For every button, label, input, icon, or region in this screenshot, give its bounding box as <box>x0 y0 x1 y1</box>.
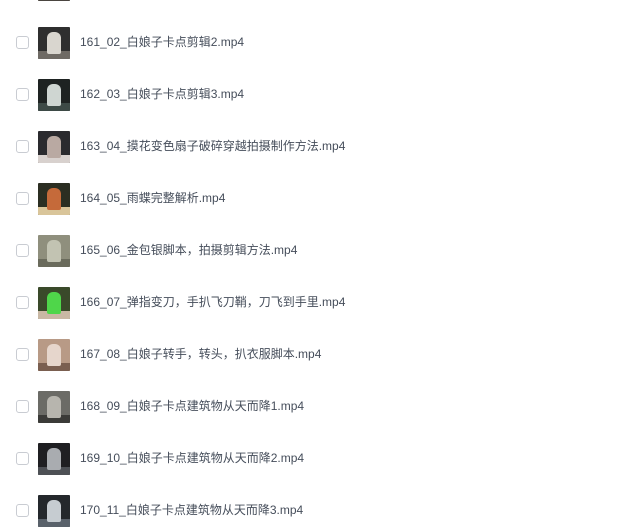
file-name[interactable]: 169_10_白娘子卡点建筑物从天而降2.mp4 <box>80 451 304 465</box>
row-checkbox[interactable] <box>16 400 29 413</box>
row-checkbox[interactable] <box>16 36 29 49</box>
video-thumbnail[interactable] <box>38 391 70 423</box>
thumbnail-subject <box>47 344 61 366</box>
file-name[interactable]: 165_06_金包银脚本，拍摄剪辑方法.mp4 <box>80 243 297 257</box>
video-thumbnail[interactable] <box>38 495 70 527</box>
thumbnail-subject <box>47 188 61 210</box>
thumbnail-subject <box>47 500 61 522</box>
thumbnail-subject <box>47 396 61 418</box>
file-row[interactable]: 161_02_白娘子卡点剪辑2.mp4 <box>0 16 637 68</box>
video-thumbnail[interactable] <box>38 339 70 371</box>
video-thumbnail[interactable] <box>38 183 70 215</box>
row-checkbox[interactable] <box>16 244 29 257</box>
file-row[interactable]: 166_07_弹指变刀，手扒飞刀鞘，刀飞到手里.mp4 <box>0 276 637 328</box>
file-row[interactable]: 167_08_白娘子转手，转头，扒衣服脚本.mp4 <box>0 328 637 380</box>
file-name[interactable]: 167_08_白娘子转手，转头，扒衣服脚本.mp4 <box>80 347 321 361</box>
file-list: 161_02_白娘子卡点剪辑2.mp4 162_03_白娘子卡点剪辑3.mp4 … <box>0 0 637 532</box>
file-row[interactable]: 163_04_摸花变色扇子破碎穿越拍摄制作方法.mp4 <box>0 120 637 172</box>
file-row[interactable]: 170_11_白娘子卡点建筑物从天而降3.mp4 <box>0 484 637 532</box>
row-checkbox[interactable] <box>16 452 29 465</box>
video-thumbnail[interactable] <box>38 287 70 319</box>
row-checkbox[interactable] <box>16 140 29 153</box>
file-name[interactable]: 170_11_白娘子卡点建筑物从天而降3.mp4 <box>80 503 303 517</box>
thumbnail-subject <box>47 240 61 262</box>
file-row[interactable]: 169_10_白娘子卡点建筑物从天而降2.mp4 <box>0 432 637 484</box>
file-name[interactable]: 163_04_摸花变色扇子破碎穿越拍摄制作方法.mp4 <box>80 139 345 153</box>
video-thumbnail[interactable] <box>38 79 70 111</box>
thumbnail-subject <box>47 84 61 106</box>
file-row[interactable]: 162_03_白娘子卡点剪辑3.mp4 <box>0 68 637 120</box>
row-checkbox[interactable] <box>16 504 29 517</box>
video-thumbnail[interactable] <box>38 131 70 163</box>
row-checkbox[interactable] <box>16 192 29 205</box>
row-checkbox[interactable] <box>16 296 29 309</box>
file-name[interactable]: 166_07_弹指变刀，手扒飞刀鞘，刀飞到手里.mp4 <box>80 295 345 309</box>
thumbnail-ground <box>38 0 70 1</box>
thumbnail-subject <box>47 448 61 470</box>
file-name[interactable]: 168_09_白娘子卡点建筑物从天而降1.mp4 <box>80 399 304 413</box>
video-thumbnail[interactable] <box>38 235 70 267</box>
row-checkbox[interactable] <box>16 348 29 361</box>
thumbnail-subject <box>47 32 61 54</box>
file-name[interactable]: 164_05_雨蝶完整解析.mp4 <box>80 191 225 205</box>
video-thumbnail[interactable] <box>38 0 70 1</box>
file-name[interactable]: 161_02_白娘子卡点剪辑2.mp4 <box>80 35 244 49</box>
thumbnail-subject <box>47 292 61 314</box>
file-row[interactable]: 164_05_雨蝶完整解析.mp4 <box>0 172 637 224</box>
video-thumbnail[interactable] <box>38 443 70 475</box>
file-row[interactable] <box>0 0 637 10</box>
file-row[interactable]: 168_09_白娘子卡点建筑物从天而降1.mp4 <box>0 380 637 432</box>
row-checkbox[interactable] <box>16 88 29 101</box>
file-name[interactable]: 162_03_白娘子卡点剪辑3.mp4 <box>80 87 244 101</box>
thumbnail-subject <box>47 136 61 158</box>
file-row[interactable]: 165_06_金包银脚本，拍摄剪辑方法.mp4 <box>0 224 637 276</box>
video-thumbnail[interactable] <box>38 27 70 59</box>
